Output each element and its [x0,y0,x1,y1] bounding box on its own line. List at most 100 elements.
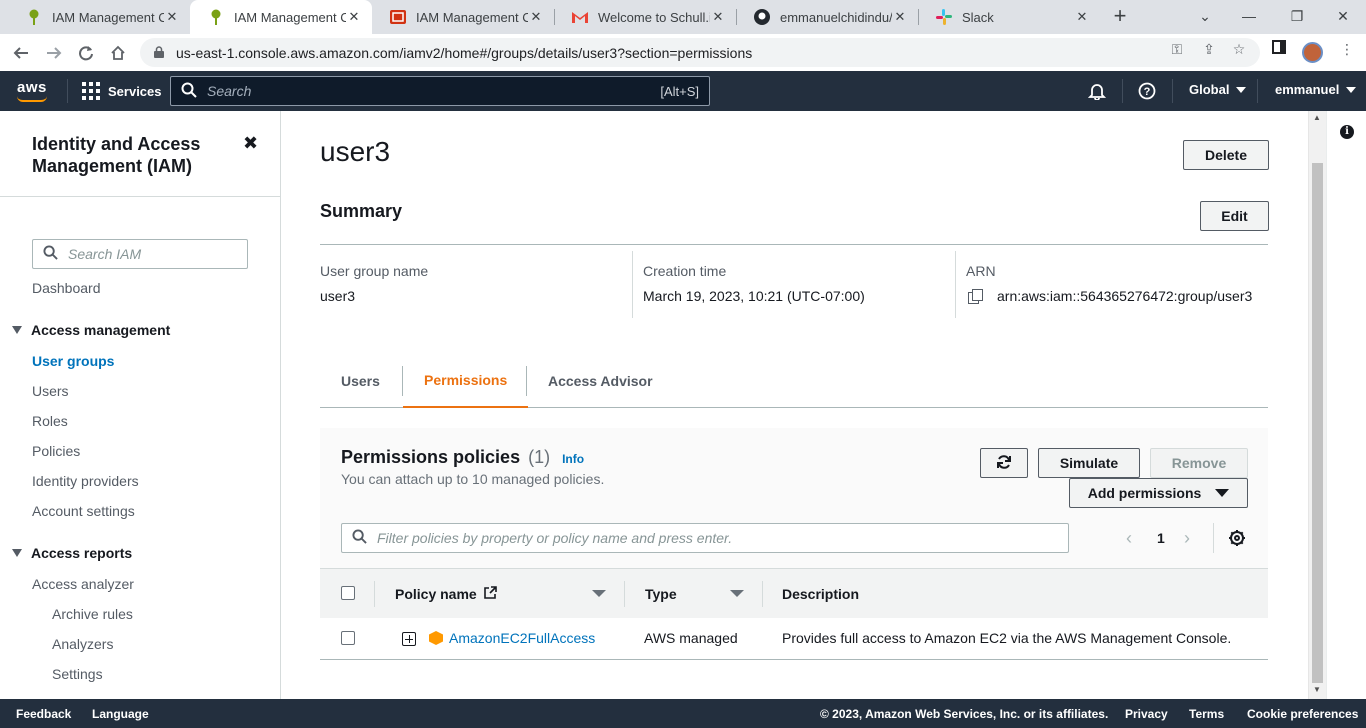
browser-tab-1[interactable]: IAM Management Co ✕ [8,0,190,34]
address-bar[interactable]: us-east-1.console.aws.amazon.com/iamv2/h… [140,38,1260,67]
region-selector[interactable]: Global [1189,82,1247,97]
feedback-link[interactable]: Feedback [16,707,71,721]
main-content: user3 Delete Summary Edit User group nam… [281,111,1308,699]
policy-count: (1) [528,447,551,467]
browser-tab-3[interactable]: IAM Management Co ✕ [372,0,554,34]
services-menu-button[interactable]: Services [82,81,162,101]
aws-top-navigation: aws Services Search [Alt+S] ? Global emm… [0,71,1366,111]
help-icon[interactable]: ? [1138,82,1156,100]
divider [624,581,625,607]
info-icon[interactable]: i [1340,125,1354,139]
close-icon[interactable]: ✕ [528,9,544,25]
group-name-label: User group name [320,263,429,279]
restore-button[interactable]: ❐ [1282,4,1312,28]
forward-arrow-icon[interactable] [41,40,67,66]
delete-button[interactable]: Delete [1183,140,1269,170]
browser-tab-2[interactable]: IAM Management Co ✕ [190,0,372,34]
home-icon[interactable] [105,40,131,66]
sidebar-item-account-settings[interactable]: Account settings [32,503,135,519]
close-sidebar-icon[interactable]: ✖ [243,133,258,154]
close-icon[interactable]: ✕ [346,9,362,25]
external-link-icon [483,585,497,602]
filter-policies-input[interactable]: Filter policies by property or policy na… [341,523,1069,553]
cookie-preferences-link[interactable]: Cookie preferences [1247,707,1358,721]
new-tab-button[interactable]: + [1108,5,1132,29]
copy-icon[interactable] [968,289,983,304]
sidebar-item-user-groups[interactable]: User groups [32,353,114,369]
browser-tab-6[interactable]: Slack ✕ [918,0,1100,34]
back-arrow-icon[interactable] [8,40,34,66]
aws-footer: Feedback Language © 2023, Amazon Web Ser… [0,699,1366,728]
expand-row-icon[interactable] [402,632,416,646]
bookmark-star-icon[interactable]: ☆ [1230,40,1248,58]
tab-access-advisor[interactable]: Access Advisor [527,354,674,407]
sidebar-section-access-reports[interactable]: Access reports [12,545,132,561]
info-link[interactable]: Info [562,452,584,466]
sidebar-item-archive-rules[interactable]: Archive rules [52,606,133,622]
caret-down-icon [12,326,22,334]
minimize-button[interactable]: — [1234,4,1264,28]
share-icon[interactable]: ⇪ [1200,40,1218,58]
sidebar-item-access-analyzer[interactable]: Access analyzer [32,576,134,592]
close-icon[interactable]: ✕ [1074,9,1090,25]
scroll-up-arrow-icon[interactable]: ▲ [1313,113,1321,122]
terms-link[interactable]: Terms [1189,707,1224,721]
chevron-left-icon[interactable]: ‹ [1126,528,1132,549]
kebab-menu-icon[interactable]: ⋮ [1338,40,1356,58]
select-all-checkbox[interactable] [341,586,355,600]
side-panel-icon[interactable] [1270,40,1288,58]
sidebar-item-roles[interactable]: Roles [32,413,68,429]
account-menu[interactable]: emmanuel [1275,82,1357,97]
tab-search-chevron-icon[interactable]: ⌄ [1190,4,1220,28]
page-scrollbar[interactable]: ▲ ▼ [1308,111,1326,699]
browser-tab-5[interactable]: emmanuelchidindu/C ✕ [736,0,918,34]
close-icon[interactable]: ✕ [164,9,180,25]
profile-avatar[interactable] [1302,42,1323,63]
scroll-thumb[interactable] [1312,163,1323,683]
browser-tab-title: Welcome to Schull.io [598,9,710,25]
sidebar-item-identity-providers[interactable]: Identity providers [32,473,139,489]
edit-button[interactable]: Edit [1200,201,1269,231]
sidebar-item-users[interactable]: Users [32,383,69,399]
reload-icon[interactable] [73,40,99,66]
sort-caret-icon[interactable] [730,590,744,597]
policy-name-link[interactable]: AmazonEC2FullAccess [429,630,595,646]
sort-caret-icon[interactable] [592,590,606,597]
row-checkbox[interactable] [341,631,355,645]
aws-search-input[interactable]: Search [Alt+S] [170,76,710,106]
simulate-button[interactable]: Simulate [1038,448,1140,478]
key-icon[interactable]: ⚿ [1168,40,1186,58]
column-type[interactable]: Type [645,569,677,618]
search-iam-input[interactable]: Search IAM [32,239,248,269]
chevron-right-icon[interactable]: › [1184,528,1190,549]
sidebar-item-policies[interactable]: Policies [32,443,80,459]
language-link[interactable]: Language [92,707,149,721]
gmail-favicon-icon [572,9,588,25]
sidebar-item-settings[interactable]: Settings [52,666,103,682]
privacy-link[interactable]: Privacy [1125,707,1168,721]
notifications-bell-icon[interactable] [1088,82,1106,100]
sidebar-item-dashboard[interactable]: Dashboard [32,280,101,296]
url-text: us-east-1.console.aws.amazon.com/iamv2/h… [176,44,753,61]
column-policy-name[interactable]: Policy name [395,569,497,618]
divider [762,581,763,607]
tab-users[interactable]: Users [320,354,401,407]
aws-logo[interactable]: aws [17,79,47,102]
tab-permissions[interactable]: Permissions [403,354,529,408]
settings-gear-icon[interactable] [1228,529,1246,550]
remove-button[interactable]: Remove [1150,448,1248,478]
browser-tab-4[interactable]: Welcome to Schull.io ✕ [554,0,736,34]
add-permissions-button[interactable]: Add permissions [1069,478,1248,508]
close-icon[interactable]: ✕ [710,9,726,25]
window-close-button[interactable]: ✕ [1328,4,1358,28]
page-number[interactable]: 1 [1157,530,1165,546]
divider [67,79,68,103]
scroll-down-arrow-icon[interactable]: ▼ [1313,685,1321,694]
region-label: Global [1189,82,1230,97]
sidebar-item-analyzers[interactable]: Analyzers [52,636,113,652]
sidebar-section-access-management[interactable]: Access management [12,322,170,338]
refresh-button[interactable] [980,448,1028,478]
arn-label: ARN [966,263,996,279]
close-icon[interactable]: ✕ [892,9,908,25]
section-label: Access reports [31,545,133,561]
